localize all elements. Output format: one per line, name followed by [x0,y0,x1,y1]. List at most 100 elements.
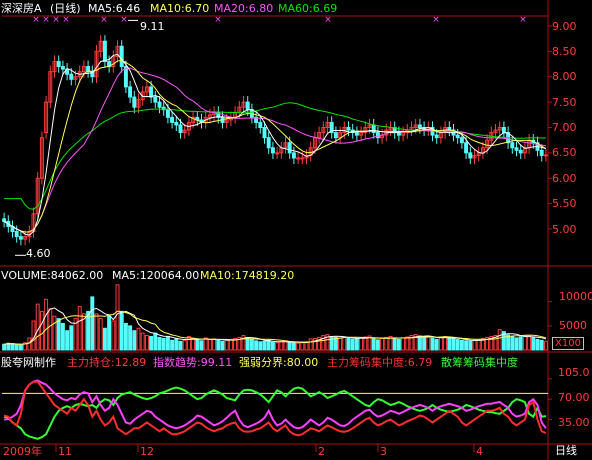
volume-bar [296,342,301,351]
volume-bar [90,296,95,351]
retail-concentration-label: 散筹筹码集中度 [441,356,518,369]
ma10-label: MA10:6.70 [150,2,210,15]
indicator-tick: 105.0 [558,366,590,379]
indicator-tick: 70.00 [558,391,590,404]
indicator-tick: 35.00 [558,416,590,429]
volume-bar [39,310,44,351]
volume-bar [107,315,112,351]
event-marker-icon: × [52,15,60,25]
volume-bar [149,335,154,351]
volume-bar [422,336,427,351]
volume-bar [48,308,53,351]
volume-tick: 10000 [559,290,592,303]
volume-bar [10,343,15,351]
volume-bar [527,335,532,351]
volume-bar [266,339,271,351]
candle-body [300,157,305,160]
price-tick: 8.50 [552,45,577,58]
volume-bar [371,338,376,351]
volume-bar [216,339,221,351]
candle-body [514,147,519,151]
volume-bar [111,320,116,351]
candle-body [296,157,301,160]
volume-bar [338,337,343,351]
candle-body [60,66,65,70]
event-marker-icon: × [120,15,128,25]
volume-bar [430,337,435,351]
candle-body [459,137,464,144]
candle-body [102,40,107,63]
price-tick: 9.00 [552,20,577,33]
candle-body [270,147,275,154]
candle-body [287,142,292,154]
low-price-label: 4.60 [26,247,51,260]
volume-bar [195,339,200,351]
period-switch-button[interactable]: 日线 [555,444,577,457]
volume-bar [380,337,385,351]
volume-bar [128,325,133,351]
volume-bar [359,337,364,351]
price-tick: 5.00 [552,223,577,236]
volume-bar [207,338,212,351]
volume-bar [44,298,49,351]
volume-bar [396,338,401,351]
volume-bar [258,341,263,351]
price-tick: 6.00 [552,172,577,185]
candle-body [417,124,422,129]
volume-bar [98,318,103,351]
volume-bar [14,344,19,351]
volume-bar [300,342,305,351]
volume-bar [94,313,99,351]
volume-bar [375,339,380,351]
chart-canvas[interactable]: × × × × × × × × × × [0,0,592,460]
ma5-label: MA5:6.46 [88,2,141,15]
time-axis-label: 2 [318,445,325,458]
candle-body [354,132,359,136]
volume-bar [228,338,233,351]
volume-bar [539,339,544,351]
volume-bar [186,335,191,351]
volume-ma10-label: MA10:174819.20 [200,269,295,282]
candle-body [396,132,401,136]
volume-bar [531,337,536,351]
candle-body [119,45,124,68]
volume-bar [136,327,141,351]
volume-bar [182,339,187,351]
event-marker-icon: × [42,15,50,25]
volume-bar [191,337,196,351]
candle-body [266,137,271,149]
volume-bar [52,315,57,351]
candle-body [165,109,170,118]
price-tick: 8.00 [552,70,577,83]
volume-bar [543,340,548,351]
candle-body [128,86,133,98]
volume-bar [451,338,456,351]
indicator-source-label: 股夸网制作 [1,356,56,369]
event-marker-icon: × [324,15,332,25]
volume-unit-button[interactable]: X100 [552,337,584,350]
volume-bar [102,327,107,351]
candle-body [14,231,19,238]
candle-body [258,121,263,129]
volume-bar [132,330,137,351]
volume-bar [308,338,313,351]
volume-bar [279,341,284,351]
ma60-label: MA60:6.69 [278,2,338,15]
volume-bar [69,325,74,351]
main-holding-label: 主力持仓:12.89 [67,356,147,369]
volume-bar [354,338,359,351]
time-axis-label: 11 [58,445,72,458]
volume-bar [342,336,347,351]
volume-bar [447,337,452,351]
volume-bar [144,335,149,351]
volume-bar [426,335,431,351]
stock-chart-window[interactable]: × × × × × × × × × × 深深房A (日线) MA5:6.46 MA10:6.70 … [0,0,592,460]
period-label: (日线) [50,2,81,15]
candle-body [170,116,175,123]
volume-bar [405,336,410,351]
event-marker-icon: × [32,15,40,25]
volume-bar [270,341,275,351]
volume-bar [455,338,460,351]
time-axis-label: 12 [140,445,154,458]
volume-label: VOLUME:84062.00 [1,269,104,282]
